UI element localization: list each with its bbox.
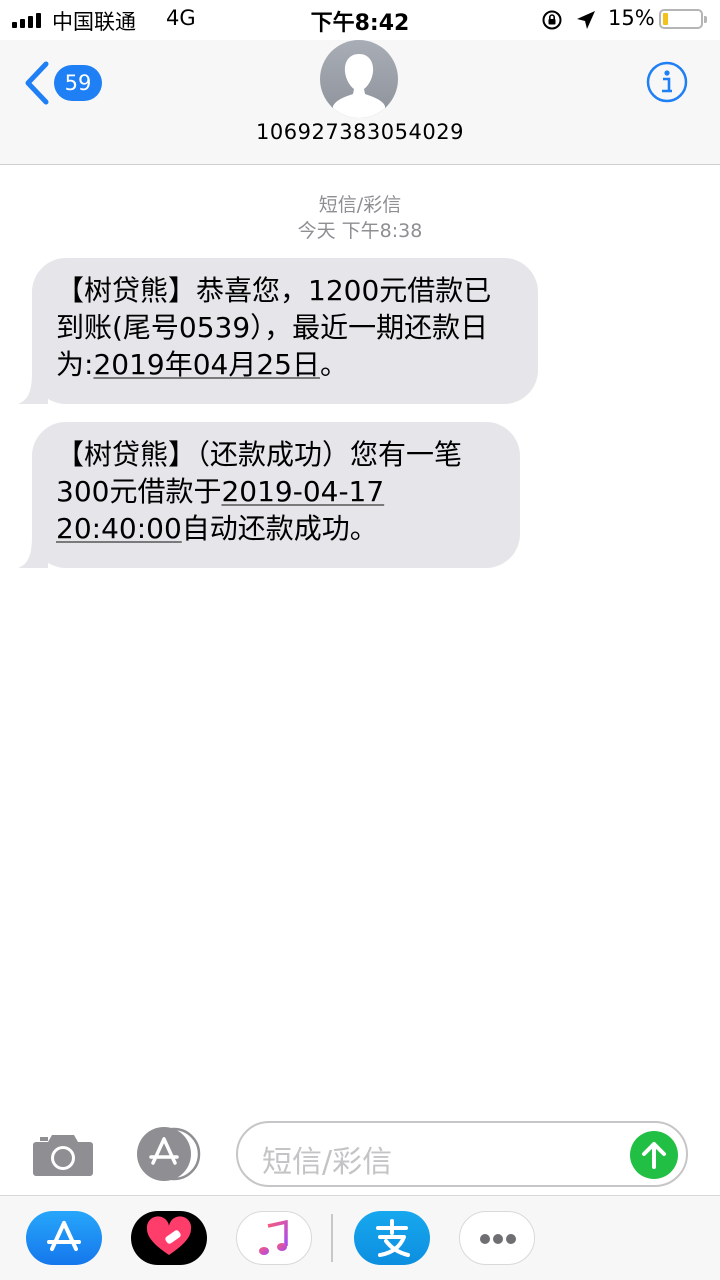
battery-icon	[659, 9, 707, 29]
back-chevron-icon	[25, 61, 49, 105]
app-store-icon[interactable]	[134, 1127, 204, 1181]
location-arrow-icon	[577, 11, 595, 29]
drawer-divider	[331, 1214, 333, 1262]
app-store-icon	[47, 1221, 81, 1251]
message-text-end: 自动还款成功。	[181, 512, 378, 545]
unread-count-badge: 59	[54, 65, 102, 101]
send-arrow-icon	[642, 1142, 666, 1169]
service-label: 短信/彩信	[318, 194, 402, 216]
more-icon	[480, 1234, 516, 1244]
message-bubble[interactable]: 【树贷熊】恭喜您，1200元借款已到账(尾号0539），最近一期还款日为:201…	[18, 258, 538, 404]
battery-percentage: 15%	[608, 6, 655, 30]
health-donation-app-button[interactable]	[131, 1211, 207, 1265]
info-icon[interactable]	[646, 61, 688, 103]
more-apps-button[interactable]	[459, 1211, 535, 1265]
bubble-tail	[18, 372, 48, 404]
rotation-lock-icon	[542, 10, 562, 30]
bubble-tail	[18, 536, 48, 568]
contact-number[interactable]: 106927383054029	[0, 120, 720, 144]
status-bar: 中国联通 4G 下午8:42 15%	[0, 0, 720, 40]
person-silhouette-icon	[333, 54, 385, 118]
alipay-app-button[interactable]	[354, 1211, 430, 1265]
message-bubble[interactable]: 【树贷熊】（还款成功）您有一笔300元借款于2019-04-17 20:40:0…	[18, 422, 520, 568]
back-button[interactable]: 59	[22, 60, 106, 106]
app-store-app-button[interactable]	[26, 1211, 102, 1265]
date-link[interactable]: 2019年04月25日	[93, 348, 320, 381]
message-input[interactable]: 短信/彩信	[236, 1121, 688, 1187]
message-placeholder: 短信/彩信	[262, 1145, 393, 1180]
contact-avatar-icon[interactable]	[320, 40, 398, 118]
conversation-header: 59 106927383054029	[0, 40, 720, 165]
send-button[interactable]	[630, 1131, 678, 1179]
music-app-button[interactable]	[236, 1211, 312, 1265]
app-drawer	[0, 1195, 720, 1280]
alipay-icon	[376, 1219, 410, 1257]
message-text-end: 。	[319, 348, 348, 381]
message-timestamp: 今天 下午8:38	[297, 220, 423, 242]
heart-icon	[146, 1216, 192, 1255]
camera-icon[interactable]	[32, 1130, 94, 1178]
music-note-icon	[259, 1219, 288, 1255]
